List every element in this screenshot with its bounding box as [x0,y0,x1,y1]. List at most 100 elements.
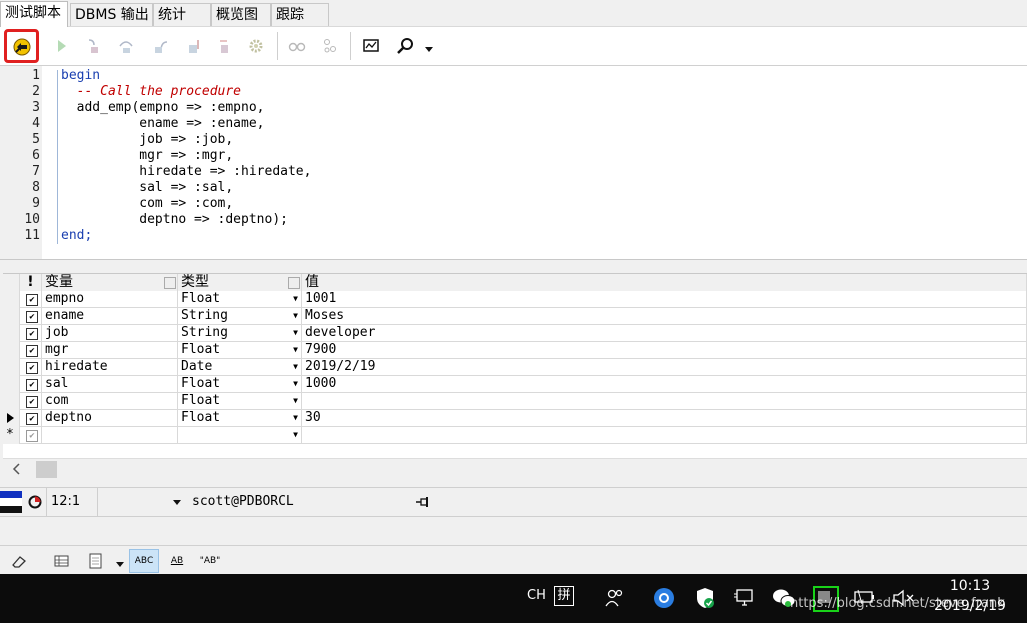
search-button[interactable] [394,35,416,57]
row-checkbox[interactable]: ✔ [26,311,38,323]
document-icon[interactable] [87,551,105,571]
table-row[interactable]: ✔ job String ▼ developer [3,325,1027,342]
variable-name-cell[interactable]: sal [42,376,178,393]
value-cell[interactable]: 7900 [302,342,1027,359]
variable-name-cell[interactable]: ename [42,308,178,325]
row-checkbox[interactable]: ✔ [26,413,38,425]
people-icon[interactable] [604,587,626,609]
connection-label[interactable]: scott@PDBORCL [192,488,412,516]
table-row[interactable]: ✔ com Float ▼ [3,393,1027,410]
code-line[interactable]: sal => :sal, [61,180,233,196]
pin-icon[interactable] [415,495,431,509]
type-dropdown-icon[interactable]: ▼ [293,359,298,375]
header-type[interactable]: 类型 [178,274,302,291]
value-cell[interactable] [302,393,1027,410]
value-cell[interactable]: Moses [302,308,1027,325]
horizontal-scrollbar[interactable] [3,458,1027,479]
value-cell[interactable]: 1000 [302,376,1027,393]
execute-debug-button[interactable] [4,29,39,63]
type-cell[interactable]: Float ▼ [178,291,302,308]
type-dropdown-icon[interactable]: ▼ [293,393,298,409]
table-row[interactable]: ✔ ename String ▼ Moses [3,308,1027,325]
document-dropdown-icon[interactable] [115,558,125,567]
tab-dbms-output[interactable]: DBMS 输出 [70,3,153,26]
table-row[interactable]: ✔ deptno Float ▼ 30 [3,410,1027,427]
row-checkbox[interactable]: ✔ [26,379,38,391]
variable-name-cell[interactable]: mgr [42,342,178,359]
code-line[interactable]: begin [61,68,100,84]
ime-mode[interactable]: 拼 [554,586,574,606]
table-row[interactable]: ✔ empno Float ▼ 1001 [3,291,1027,308]
table-row[interactable]: ✔ hiredate Date ▼ 2019/2/19 [3,359,1027,376]
table-row[interactable]: ✔ mgr Float ▼ 7900 [3,342,1027,359]
stop-button[interactable] [213,35,235,57]
header-variable[interactable]: 变量 [42,274,178,291]
settings-button[interactable] [245,35,267,57]
code-line[interactable]: hiredate => :hiredate, [61,164,311,180]
value-cell[interactable]: 2019/2/19 [302,359,1027,376]
whole-word-button[interactable]: AB [166,554,188,568]
row-checkbox[interactable]: ✔ [26,396,38,408]
scroll-left-icon[interactable] [7,461,25,477]
code-line[interactable]: ename => :ename, [61,116,264,132]
variable-name-cell[interactable]: deptno [42,410,178,427]
regex-button[interactable]: "AB" [197,554,223,568]
variable-name-cell[interactable]: empno [42,291,178,308]
code-line[interactable]: com => :com, [61,196,233,212]
match-case-button[interactable]: ABC [129,549,159,573]
code-line[interactable]: mgr => :mgr, [61,148,233,164]
type-dropdown-icon[interactable]: ▼ [293,376,298,392]
row-checkbox[interactable]: ✔ [26,328,38,340]
type-cell[interactable]: Float ▼ [178,342,302,359]
column-button[interactable] [288,277,300,289]
type-dropdown-icon[interactable]: ▼ [293,342,298,358]
code-line[interactable]: job => :job, [61,132,233,148]
type-dropdown-icon[interactable]: ▼ [293,291,298,307]
variable-name-cell[interactable] [42,427,178,444]
record-icon[interactable] [28,495,42,509]
clock-time[interactable]: 10:13 [930,578,1010,594]
shield-icon[interactable] [694,586,716,610]
type-cell[interactable]: Float ▼ [178,376,302,393]
type-dropdown-icon[interactable]: ▼ [293,308,298,324]
code-line[interactable]: -- Call the procedure [61,84,241,100]
type-cell[interactable]: String ▼ [178,325,302,342]
code-line[interactable]: end; [61,228,92,244]
variable-name-cell[interactable]: com [42,393,178,410]
step-out-button[interactable] [150,35,172,57]
variable-name-cell[interactable]: hiredate [42,359,178,376]
breakpoints-button[interactable] [319,35,341,57]
header-value[interactable]: 值 [302,274,1027,291]
ime-language[interactable]: CH [527,588,546,603]
eraser-icon[interactable] [10,553,28,569]
search-dropdown-icon[interactable] [424,42,434,52]
grid-icon[interactable] [53,553,71,569]
row-checkbox[interactable]: ✔ [26,362,38,374]
type-dropdown-icon[interactable]: ▼ [293,410,298,426]
type-cell[interactable]: Float ▼ [178,410,302,427]
row-checkbox[interactable]: ✔ [26,345,38,357]
value-cell[interactable]: developer [302,325,1027,342]
tab-test-script[interactable]: 测试脚本 [0,1,68,27]
row-checkbox[interactable]: ✔ [26,294,38,306]
value-cell[interactable] [302,427,1027,444]
tab-statistics[interactable]: 统计 [153,3,211,26]
run-to-exception-button[interactable] [183,35,205,57]
tab-overview[interactable]: 概览图 [211,3,271,26]
step-into-button[interactable] [82,35,104,57]
type-cell[interactable]: String ▼ [178,308,302,325]
type-dropdown-icon[interactable]: ▼ [293,427,298,443]
browser-icon[interactable] [652,586,676,610]
code-line[interactable]: add_emp(empno => :empno, [61,100,265,116]
network-icon[interactable] [733,588,755,608]
screen-button[interactable] [360,35,382,57]
scroll-thumb[interactable] [36,461,57,478]
type-cell[interactable]: Float ▼ [178,393,302,410]
tab-trace[interactable]: 跟踪 [271,3,329,26]
variable-name-cell[interactable]: job [42,325,178,342]
type-cell[interactable]: ▼ [178,427,302,444]
new-row[interactable]: * ✔ ▼ [3,427,1027,444]
type-cell[interactable]: Date ▼ [178,359,302,376]
code-line[interactable]: deptno => :deptno); [61,212,288,228]
run-button[interactable] [50,35,72,57]
